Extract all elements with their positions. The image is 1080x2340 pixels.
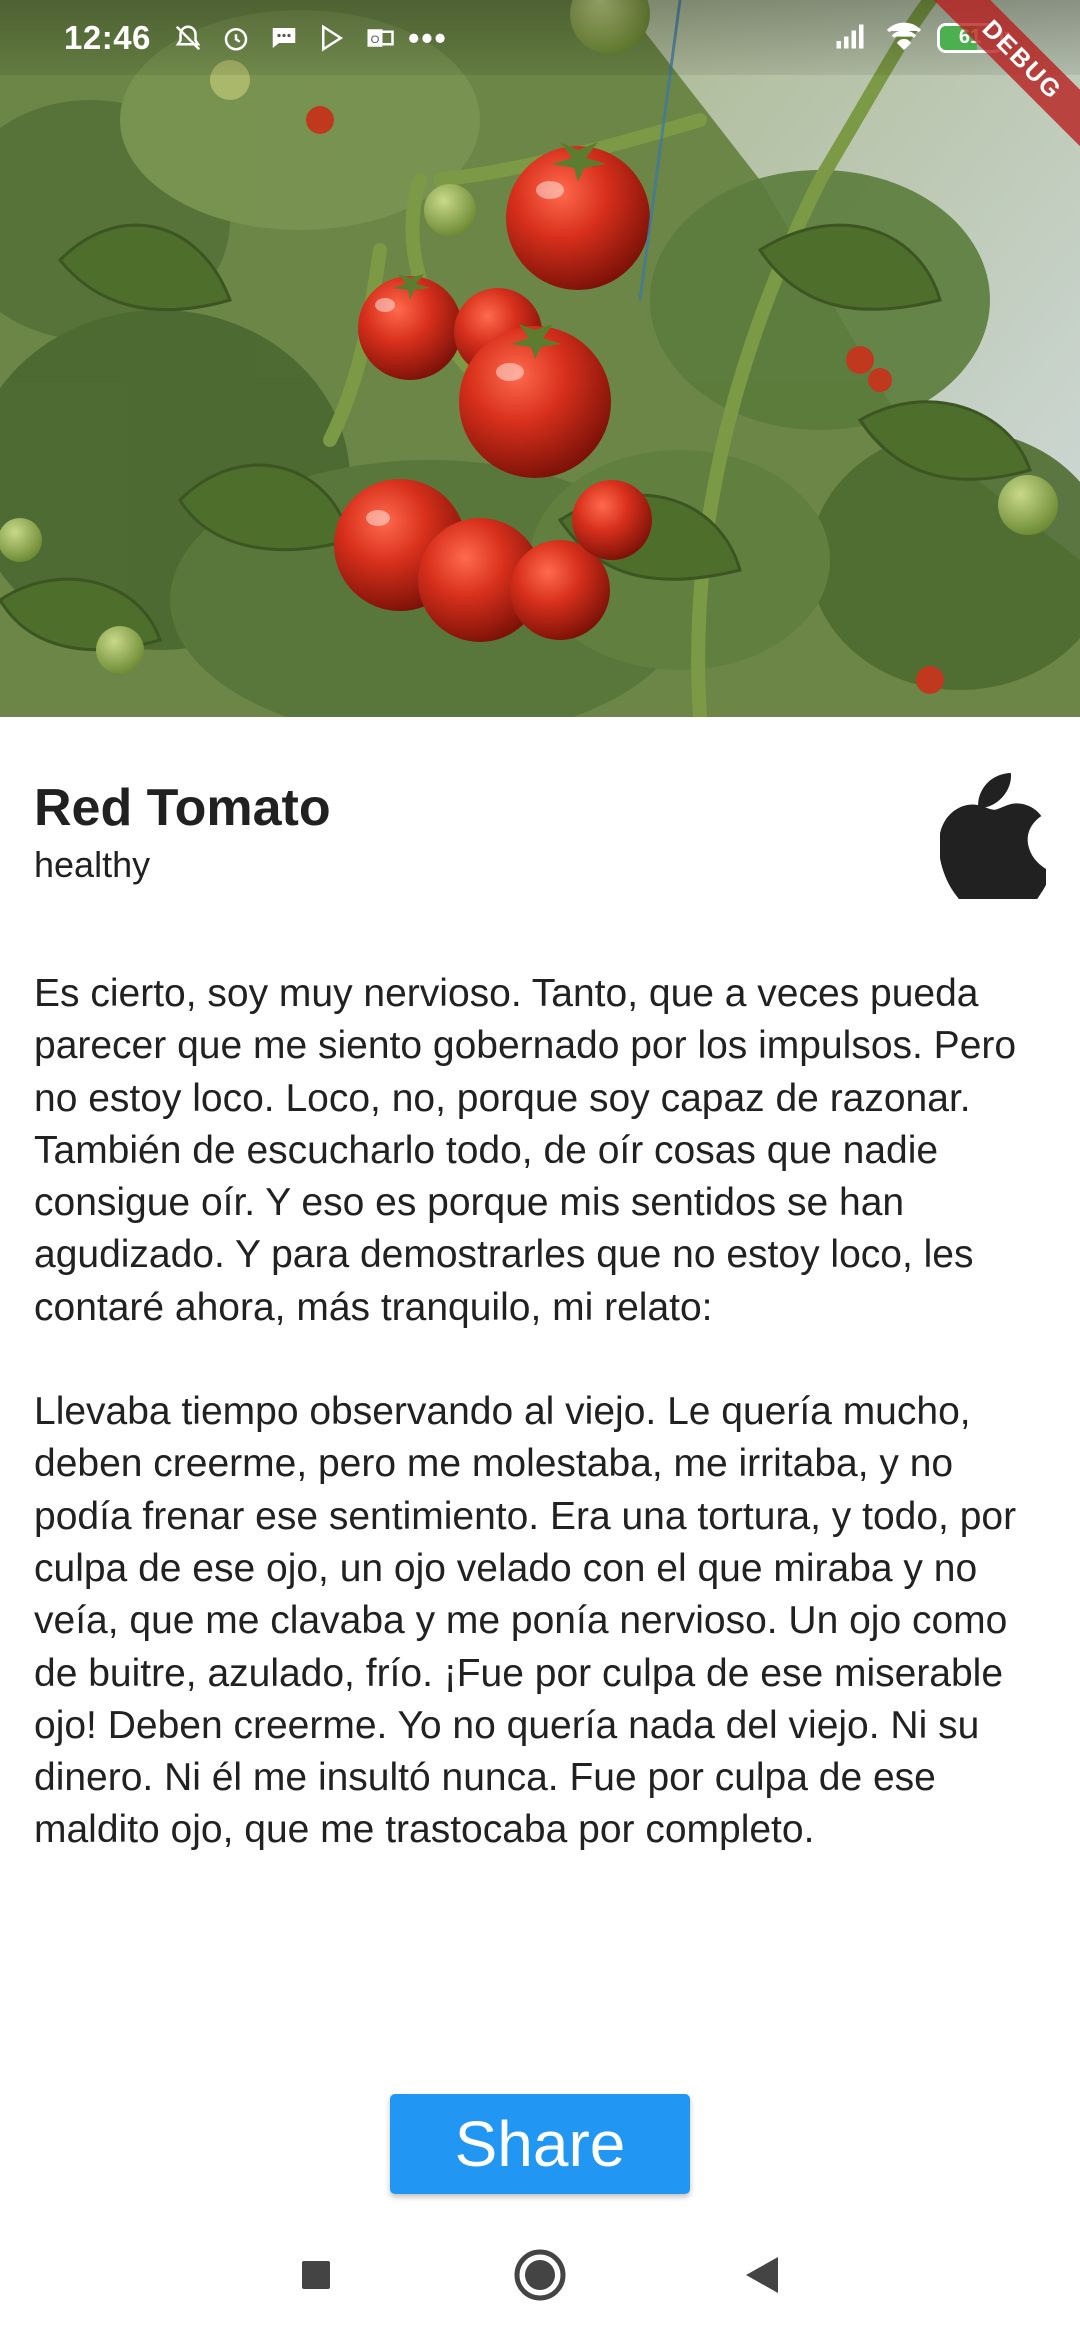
alarm-icon xyxy=(219,21,253,55)
more-notifications-icon: ••• xyxy=(408,19,448,56)
app-screen: 12:46 O ••• 61 DEBUG Red Tomato healthy … xyxy=(0,0,1080,2340)
message-icon xyxy=(267,21,301,55)
back-button[interactable] xyxy=(727,2240,797,2310)
wifi-icon xyxy=(885,19,923,56)
home-icon xyxy=(514,2249,566,2301)
outlook-icon: O xyxy=(363,21,397,55)
signal-icon xyxy=(835,20,871,55)
tomato-photo xyxy=(0,0,1080,717)
battery-tip xyxy=(1005,31,1010,44)
share-button[interactable]: Share xyxy=(390,2094,690,2194)
home-button[interactable] xyxy=(505,2240,575,2310)
battery-level: 61 xyxy=(958,26,982,48)
play-store-icon xyxy=(315,21,349,55)
muted-bell-icon xyxy=(171,21,205,55)
description-paragraph: Llevaba tiempo observando al viejo. Le q… xyxy=(34,1390,1017,1852)
item-title: Red Tomato xyxy=(34,779,331,837)
system-icons: 61 xyxy=(835,0,1010,75)
battery-icon: 61 xyxy=(937,22,1003,53)
apple-icon xyxy=(940,773,1046,899)
item-subtitle: healthy xyxy=(34,844,151,885)
recent-apps-button[interactable] xyxy=(281,2240,351,2310)
description-paragraph: Es cierto, soy muy nervioso. Tanto, que … xyxy=(34,972,1017,1329)
svg-text:O: O xyxy=(371,34,380,46)
status-bar: 12:46 O ••• 61 xyxy=(0,0,1080,75)
item-header: Red Tomato healthy xyxy=(34,773,1046,913)
recent-apps-icon xyxy=(302,2261,330,2289)
hero-image xyxy=(0,0,1080,717)
navigation-bar xyxy=(0,2210,1080,2340)
status-time: 12:46 xyxy=(64,18,151,56)
item-description: Es cierto, soy muy nervioso. Tanto, que … xyxy=(34,968,1050,1857)
notification-icons: O ••• xyxy=(171,19,448,56)
back-icon xyxy=(746,2257,778,2293)
